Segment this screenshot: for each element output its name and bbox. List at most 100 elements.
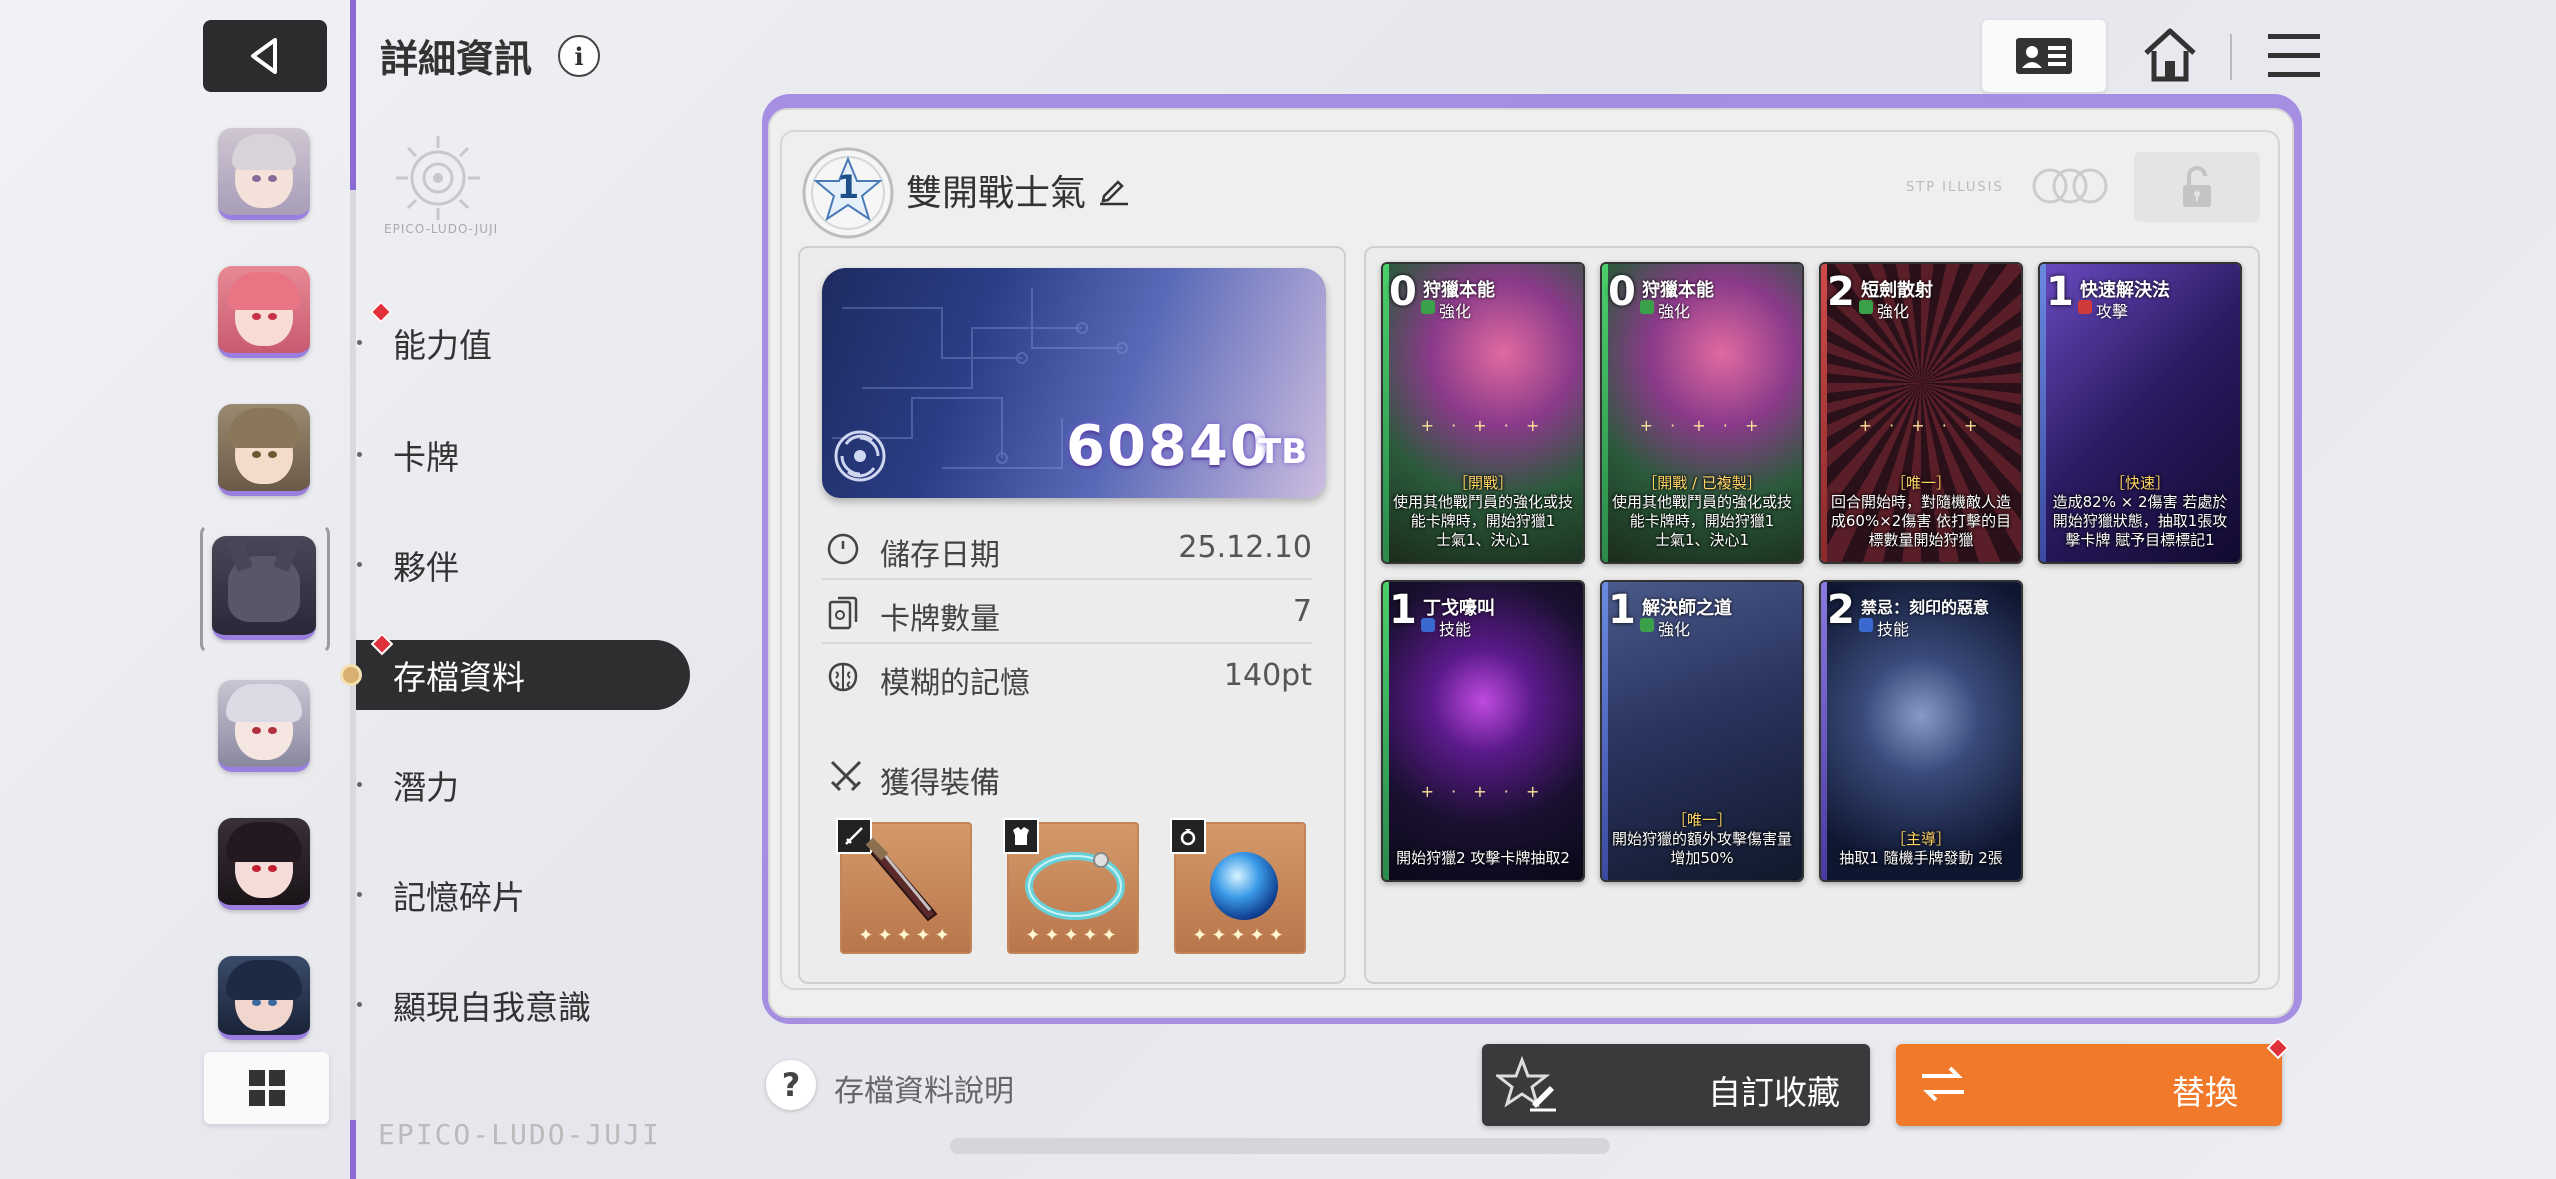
- card-description: ［主導］ 抽取1 隨機手牌發動 2張: [1839, 830, 2003, 867]
- brain-icon: [828, 662, 858, 692]
- card-sparkle: + · + · +: [1858, 416, 1984, 435]
- equipment-slot-orb[interactable]: ✦✦✦✦✦: [1170, 818, 1306, 954]
- boost-icon: [1640, 618, 1654, 632]
- character-portrait[interactable]: [218, 128, 310, 220]
- card-cost: 2: [1827, 587, 1855, 633]
- card-cost: 1: [1389, 587, 1417, 633]
- card-type: 強化: [1877, 302, 1910, 321]
- card-description: 開始狩獵2 攻擊卡牌抽取2: [1396, 849, 1570, 867]
- menu-item-label: 存檔資料: [393, 658, 525, 697]
- boost-icon: [1859, 300, 1873, 314]
- lock-button[interactable]: [2134, 152, 2260, 222]
- separator: [2230, 34, 2232, 80]
- deck-card[interactable]: 0 狩獵本能 強化 + · + · + ［開戰 / 已複製］ 使用其他戰鬥員的強化…: [1600, 262, 1804, 564]
- info-icon[interactable]: i: [558, 35, 600, 77]
- hamburger-menu-button[interactable]: [2266, 30, 2322, 82]
- id-card-icon: [2016, 38, 2072, 74]
- help-label[interactable]: 存檔資料說明: [834, 1066, 1014, 1110]
- deck-card[interactable]: 2 短劍散射 強化 + · + · + ［唯一］ 回合開始時，對隨機敵人造成60%…: [1819, 262, 2023, 564]
- deck-card[interactable]: 0 狩獵本能 強化 + · + · + ［開戰］ 使用其他戰鬥員的強化或技能卡牌時…: [1381, 262, 1585, 564]
- equipment-slot-ring[interactable]: ✦✦✦✦✦: [1003, 818, 1139, 954]
- info-key: 模糊的記憶: [880, 666, 1030, 701]
- character-portrait[interactable]: [218, 266, 310, 358]
- active-indicator: [340, 664, 362, 686]
- menu-item-label: 夥伴: [393, 548, 459, 587]
- page-title: 詳細資訊: [380, 37, 533, 81]
- swap-button[interactable]: 替換: [1896, 1036, 2290, 1126]
- card-cost: 0: [1389, 269, 1417, 315]
- sidebar-divider: [350, 0, 356, 1179]
- grid-icon: [248, 1070, 285, 1106]
- back-button[interactable]: [203, 20, 327, 92]
- card-name: 禁忌：刻印的惡意: [1861, 598, 1990, 617]
- menu-item-label: 潛力: [393, 768, 459, 807]
- notification-badge: [2266, 1036, 2290, 1060]
- menu-item-partners[interactable]: 夥伴: [357, 530, 690, 600]
- menu-item-cards[interactable]: 卡牌: [357, 420, 690, 490]
- bullet: [357, 562, 362, 567]
- notification-badge: [369, 300, 393, 324]
- swap-label: 替換: [2172, 1073, 2238, 1112]
- boost-icon: [1421, 300, 1435, 314]
- card-type: 強化: [1658, 620, 1691, 639]
- character-portrait[interactable]: [218, 818, 310, 910]
- profile-card-button[interactable]: [1982, 20, 2106, 92]
- selection-frame: [200, 524, 330, 654]
- deck-card[interactable]: 1 快速解決法 攻擊 ［快速］ 造成82% × 2傷害 若處於開始狩獵狀態，抽取1…: [2038, 262, 2242, 564]
- star-edit-icon: [1496, 1056, 1556, 1112]
- menu-item-potential[interactable]: 潛力: [357, 750, 690, 820]
- help-button[interactable]: ?: [766, 1060, 816, 1110]
- bullet: [357, 452, 362, 457]
- info-value: 7: [1292, 594, 1312, 629]
- notification-badge: [370, 632, 394, 656]
- deck-card[interactable]: 1 解決師之道 強化 ［唯一］ 開始狩獵的額外攻擊傷害量增加50%: [1600, 580, 1804, 882]
- scroll-indicator[interactable]: [950, 1138, 1610, 1154]
- menu-item-label: 能力值: [393, 326, 492, 365]
- bullet: [357, 892, 362, 897]
- card-cost: 2: [1827, 269, 1855, 315]
- emblem-icon: [396, 136, 480, 220]
- edit-pencil-icon[interactable]: [1098, 174, 1130, 206]
- tb-unit: TB: [1258, 432, 1308, 472]
- emblem-text: EPICO-LUDO-JUJI: [384, 222, 499, 236]
- info-value: 140pt: [1223, 658, 1312, 693]
- rank-number: 1: [836, 168, 860, 206]
- card-cost: 0: [1608, 269, 1636, 315]
- faint-label: STP ILLUSIS: [1906, 180, 2004, 195]
- card-type: 技能: [1439, 620, 1472, 639]
- equipment-slot-dagger[interactable]: ✦✦✦✦✦: [836, 818, 972, 954]
- home-button[interactable]: [2140, 25, 2200, 85]
- skill-icon: [1859, 618, 1873, 632]
- orb-icon: [1210, 852, 1278, 920]
- star-rating: ✦✦✦✦✦: [858, 925, 954, 946]
- bullet: [357, 782, 362, 787]
- menu-item-memory-fragments[interactable]: 記憶碎片: [357, 860, 690, 930]
- character-portrait[interactable]: [218, 680, 310, 772]
- menu-item-save-data[interactable]: 存檔資料: [340, 632, 690, 710]
- star-rating: ✦✦✦✦✦: [1192, 925, 1288, 946]
- card-description: ［唯一］ 開始狩獵的額外攻擊傷害量增加50%: [1611, 811, 1792, 867]
- menu-item-label: 記憶碎片: [393, 878, 525, 917]
- grid-view-button[interactable]: [204, 1052, 329, 1124]
- character-portrait[interactable]: [218, 404, 310, 496]
- card-sparkle: + · + · +: [1420, 782, 1546, 801]
- card-type: 攻擊: [2096, 302, 2129, 321]
- crossed-swords-icon: [830, 760, 862, 792]
- boost-icon: [1640, 300, 1654, 314]
- custom-collection-button[interactable]: 自訂收藏: [1482, 1044, 1870, 1126]
- tb-value: 60840: [1066, 414, 1271, 479]
- menu-item-stats[interactable]: 能力值: [357, 300, 690, 378]
- info-key: 儲存日期: [880, 538, 1000, 573]
- card-cost: 1: [2046, 269, 2074, 315]
- card-cost: 1: [1608, 587, 1636, 633]
- card-sparkle: + · + · +: [1420, 416, 1546, 435]
- save-name: 雙開戰士氣: [906, 173, 1087, 214]
- card-sparkle: + · + · +: [1639, 416, 1765, 435]
- deck-card[interactable]: 1 丁戈嚎叫 技能 + · + · + 開始狩獵2 攻擊卡牌抽取2: [1381, 580, 1585, 882]
- card-description: ［唯一］ 回合開始時，對隨機敵人造成60%×2傷害 依打擊的目標數量開始狩獵: [1830, 474, 2012, 549]
- clock-icon: [827, 533, 859, 565]
- menu-item-ego-manifest[interactable]: 顯現自我意識: [357, 970, 690, 1040]
- deck-card[interactable]: 2 禁忌：刻印的惡意 技能 ［主導］ 抽取1 隨機手牌發動 2張: [1819, 580, 2023, 882]
- character-portrait[interactable]: [218, 956, 310, 1040]
- info-row-save-date: 儲存日期 25.12.10: [822, 516, 1312, 580]
